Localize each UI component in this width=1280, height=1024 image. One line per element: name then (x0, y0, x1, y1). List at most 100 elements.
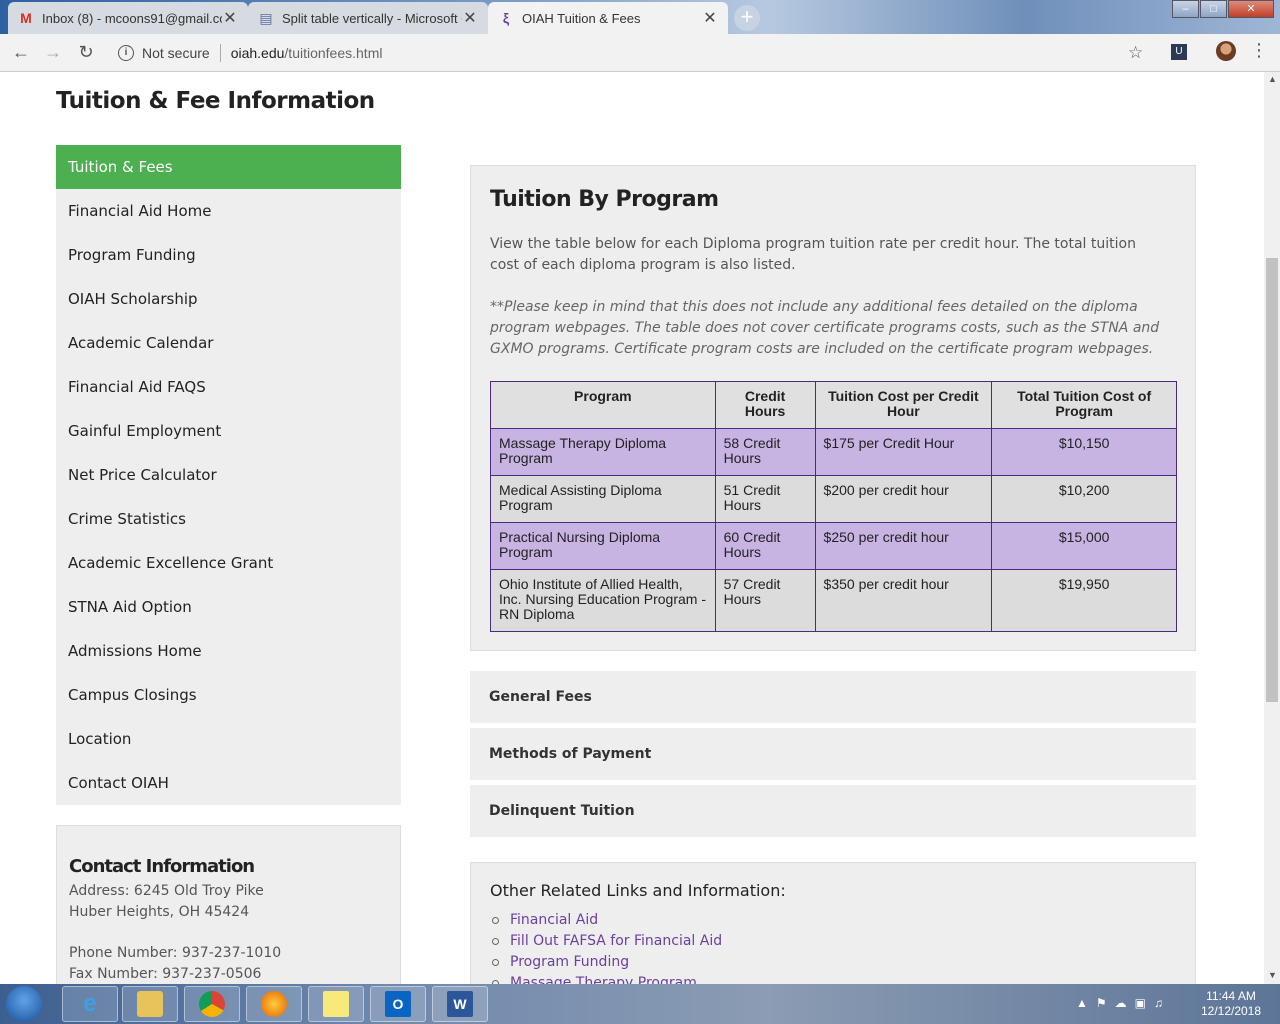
sidebar-item-stna-aid-option[interactable]: STNA Aid Option (56, 585, 401, 629)
accordion-general-fees[interactable]: General Fees (470, 671, 1196, 723)
sidebar-item-academic-excellence-grant[interactable]: Academic Excellence Grant (56, 541, 401, 585)
contact-fax: Fax Number: 937-237-0506 (69, 966, 262, 982)
table-row: Ohio Institute of Allied Health, Inc. Nu… (490, 569, 1177, 632)
sidebar-item-program-funding[interactable]: Program Funding (56, 233, 401, 277)
taskbar-word[interactable]: W (432, 986, 488, 1022)
sidebar-item-financial-aid-faqs[interactable]: Financial Aid FAQS (56, 365, 401, 409)
disclaimer-note: **Please keep in mind that this does not… (490, 299, 1160, 357)
start-button[interactable] (6, 986, 42, 1022)
cell-cost-per-hour: $350 per credit hour (814, 569, 993, 632)
network-icon[interactable]: ▣ (1135, 996, 1146, 1010)
column-header-total-cost: Total Tuition Cost of Program (991, 381, 1177, 429)
table-row: Massage Therapy Diploma Program 58 Credi… (490, 428, 1177, 476)
related-links-box: Other Related Links and Information: Fin… (470, 862, 1196, 984)
taskbar-outlook[interactable]: O (370, 986, 426, 1022)
scroll-up-arrow-icon[interactable]: ▲ (1268, 74, 1277, 84)
sidebar-item-crime-statistics[interactable]: Crime Statistics (56, 497, 401, 541)
cell-total-cost: $15,000 (991, 522, 1177, 570)
cell-credit-hours: 51 Credit Hours (714, 475, 816, 523)
cell-credit-hours: 58 Credit Hours (714, 428, 816, 476)
forward-arrow-icon[interactable]: → (42, 42, 64, 63)
scrollbar-thumb[interactable] (1266, 258, 1278, 702)
sidebar-item-academic-calendar[interactable]: Academic Calendar (56, 321, 401, 365)
tab-microsoft[interactable]: ▤ Split table vertically - Microsoft C ✕ (248, 2, 488, 34)
sidebar-item-tuition-fees[interactable]: Tuition & Fees (56, 145, 401, 189)
contact-title: Contact Information (69, 856, 255, 877)
contact-info-box: Contact Information Address: 6245 Old Tr… (56, 825, 401, 984)
profile-avatar[interactable] (1216, 41, 1236, 61)
onedrive-icon[interactable]: ☁ (1115, 996, 1127, 1010)
flag-icon[interactable]: ⚑ (1096, 996, 1107, 1010)
taskbar-file-explorer[interactable] (122, 986, 178, 1022)
sidebar-item-oiah-scholarship[interactable]: OIAH Scholarship (56, 277, 401, 321)
sidebar-item-campus-closings[interactable]: Campus Closings (56, 673, 401, 717)
table-row: Practical Nursing Diploma Program 60 Cre… (490, 522, 1177, 570)
accordion-delinquent-tuition[interactable]: Delinquent Tuition (470, 785, 1196, 837)
cell-cost-per-hour: $200 per credit hour (814, 475, 993, 523)
column-header-program: Program (490, 381, 716, 429)
related-link-fafsa[interactable]: Fill Out FAFSA for Financial Aid (490, 931, 1176, 952)
related-link-massage-therapy[interactable]: Massage Therapy Program (490, 973, 1176, 984)
column-header-cost-per-hour: Tuition Cost per Credit Hour (814, 381, 993, 429)
window-close-button[interactable]: ✕ (1228, 0, 1274, 18)
sidebar-item-contact-oiah[interactable]: Contact OIAH (56, 761, 401, 805)
tab-title: Inbox (8) - mcoons91@gmail.com (42, 10, 222, 26)
table-header-row: Program Credit Hours Tuition Cost per Cr… (490, 381, 1177, 429)
taskbar-sticky-notes[interactable] (308, 986, 364, 1022)
page-viewport: Tuition & Fee Information Tuition & Fees… (0, 72, 1264, 984)
scroll-down-arrow-icon[interactable]: ▼ (1268, 970, 1277, 980)
sidebar-item-gainful-employment[interactable]: Gainful Employment (56, 409, 401, 453)
tab-gmail[interactable]: M Inbox (8) - mcoons91@gmail.com ✕ (8, 2, 248, 34)
menu-icon[interactable]: ⋮ (1250, 40, 1268, 61)
contact-address-line1: Address: 6245 Old Troy Pike (69, 883, 264, 899)
cell-total-cost: $10,150 (991, 428, 1177, 476)
cell-credit-hours: 60 Credit Hours (714, 522, 816, 570)
minimize-button[interactable]: – (1172, 0, 1199, 18)
sidebar-item-net-price-calculator[interactable]: Net Price Calculator (56, 453, 401, 497)
close-icon[interactable]: ✕ (702, 8, 718, 28)
sidebar-item-admissions-home[interactable]: Admissions Home (56, 629, 401, 673)
url-host: oiah.edu (230, 45, 285, 61)
accordion-methods-of-payment[interactable]: Methods of Payment (470, 728, 1196, 780)
extension-icon[interactable]: U (1171, 44, 1187, 60)
tab-oiah[interactable]: ξ OIAH Tuition & Fees ✕ (488, 2, 728, 34)
taskbar-internet-explorer[interactable]: e (62, 986, 118, 1022)
window-controls: – □ ✕ (1171, 0, 1274, 18)
sidebar-item-financial-aid-home[interactable]: Financial Aid Home (56, 189, 401, 233)
reload-icon[interactable]: ↻ (75, 42, 97, 63)
show-hidden-icons-icon[interactable]: ▲ (1076, 996, 1088, 1010)
bookmark-star-icon[interactable]: ☆ (1128, 43, 1143, 63)
taskbar-chrome[interactable] (184, 986, 240, 1022)
cell-credit-hours: 57 Credit Hours (714, 569, 816, 632)
back-arrow-icon[interactable]: ← (10, 42, 32, 63)
url-path: /tuitionfees.html (284, 45, 383, 61)
tab-title: Split table vertically - Microsoft C (282, 10, 462, 26)
sticky-notes-icon (323, 991, 349, 1017)
security-label: Not secure (142, 45, 210, 61)
taskbar-clock[interactable]: 11:44 AM 12/12/2018 (1196, 989, 1266, 1019)
gmail-icon: M (20, 10, 32, 26)
vertical-scrollbar[interactable]: ▲ ▼ (1264, 72, 1280, 984)
close-icon[interactable]: ✕ (222, 8, 238, 28)
outlook-icon: O (385, 991, 411, 1017)
maximize-button[interactable]: □ (1200, 0, 1227, 18)
new-tab-button[interactable]: + (734, 5, 760, 31)
info-icon[interactable]: i (118, 45, 134, 61)
related-link-financial-aid[interactable]: Financial Aid (490, 910, 1176, 931)
sidebar-nav: Tuition & Fees Financial Aid Home Progra… (56, 145, 401, 805)
volume-icon[interactable]: ♫ (1154, 996, 1163, 1010)
close-icon[interactable]: ✕ (462, 8, 478, 28)
related-links-list: Financial Aid Fill Out FAFSA for Financi… (490, 910, 1176, 984)
sidebar-item-location[interactable]: Location (56, 717, 401, 761)
related-link-program-funding[interactable]: Program Funding (490, 952, 1176, 973)
tuition-table: Program Credit Hours Tuition Cost per Cr… (490, 381, 1177, 632)
cell-program: Ohio Institute of Allied Health, Inc. Nu… (490, 569, 716, 632)
taskbar-firefox[interactable] (246, 986, 302, 1022)
internet-explorer-icon: e (83, 990, 97, 1017)
contact-address-line2: Huber Heights, OH 45424 (69, 904, 250, 920)
cell-total-cost: $10,200 (991, 475, 1177, 523)
address-bar[interactable]: i Not secure oiah.edu/tuitionfees.html (106, 38, 1156, 68)
contact-phone: Phone Number: 937-237-1010 (69, 945, 282, 961)
page-title: Tuition & Fee Information (56, 88, 375, 114)
word-icon: W (447, 991, 473, 1017)
